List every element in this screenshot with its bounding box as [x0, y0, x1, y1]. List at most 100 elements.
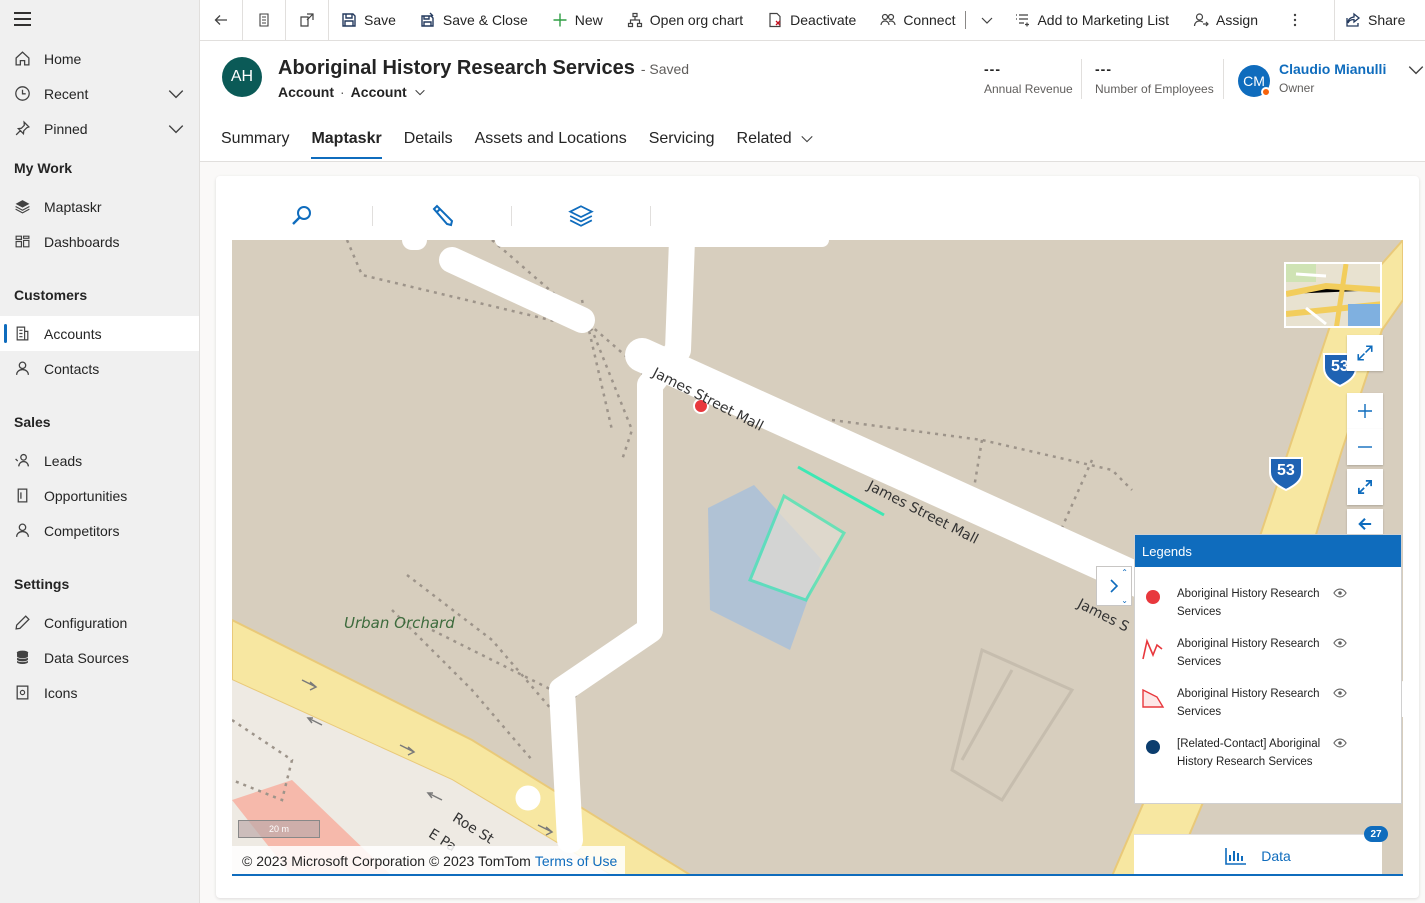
search-icon: [292, 206, 311, 225]
chevron-down-icon[interactable]: [167, 85, 185, 106]
search-tool-button[interactable]: [232, 204, 372, 228]
save-status: - Saved: [640, 61, 690, 77]
new-button[interactable]: New: [540, 0, 615, 40]
more-commands-button[interactable]: [1274, 0, 1316, 40]
data-panel-button[interactable]: Data: [1134, 834, 1382, 876]
layers-icon: [0, 198, 44, 215]
tab-maptaskr[interactable]: Maptaskr: [311, 123, 382, 159]
tab-details[interactable]: Details: [404, 123, 453, 155]
save-close-label: Save & Close: [442, 12, 528, 28]
draw-tool-button[interactable]: [372, 204, 512, 228]
eye-visibility-icon[interactable]: [1333, 737, 1347, 749]
fullscreen-button[interactable]: [1347, 335, 1383, 371]
person-icon: [0, 360, 44, 377]
share-button[interactable]: Share: [1335, 0, 1415, 40]
tab-summary[interactable]: Summary: [221, 123, 289, 155]
eye-visibility-icon[interactable]: [1333, 637, 1347, 649]
tab-related[interactable]: Related: [737, 123, 814, 155]
pencil-icon: [432, 204, 454, 227]
save-close-button[interactable]: Save & Close: [408, 0, 540, 40]
sidebar-item-configuration[interactable]: Configuration: [0, 605, 199, 640]
sidebar-item-leads[interactable]: Leads: [0, 443, 199, 478]
sidebar-item-contacts[interactable]: Contacts: [0, 351, 199, 386]
form-selector[interactable]: Account: [351, 84, 407, 100]
assign-button[interactable]: Assign: [1181, 0, 1270, 40]
employees-label: Number of Employees: [1095, 82, 1214, 96]
hamburger-menu-icon[interactable]: [14, 12, 32, 28]
home-icon: [0, 50, 44, 67]
connect-button[interactable]: Connect: [868, 0, 959, 40]
sidebar-item-label: Maptaskr: [44, 198, 102, 215]
sidebar-item-label: Data Sources: [44, 649, 129, 666]
back-button[interactable]: [200, 0, 242, 40]
back-extent-button[interactable]: [1347, 509, 1383, 535]
sidebar-item-dashboards[interactable]: Dashboards: [0, 224, 199, 259]
save-button[interactable]: Save: [329, 0, 408, 40]
legend-item[interactable]: Aboriginal History Research Services: [1141, 585, 1396, 625]
tab-assets-and-locations[interactable]: Assets and Locations: [475, 123, 627, 155]
layers-tool-button[interactable]: [511, 204, 651, 228]
point-symbol-icon: [1146, 740, 1160, 754]
sidebar-item-home[interactable]: Home: [0, 41, 199, 76]
record-header: AH Aboriginal History Research Services -…: [200, 41, 1425, 162]
tab-servicing[interactable]: Servicing: [649, 123, 715, 155]
assign-label: Assign: [1215, 12, 1259, 28]
point-symbol-icon: [1146, 590, 1160, 604]
group-heading-customers: Customers: [14, 287, 88, 303]
sidebar-item-data-sources[interactable]: Data Sources: [0, 640, 199, 675]
form-view-button[interactable]: [243, 0, 285, 40]
zoom-to-extent-button[interactable]: [1347, 469, 1383, 505]
group-heading-sales: Sales: [14, 414, 51, 430]
tab-related-label: Related: [736, 130, 792, 147]
scroll-down-arrow-icon[interactable]: ⌄: [1121, 596, 1128, 605]
layers-icon: [568, 205, 594, 227]
deactivate-button[interactable]: Deactivate: [755, 0, 868, 40]
sidebar-item-opportunities[interactable]: Opportunities: [0, 478, 199, 513]
open-window-icon: [300, 13, 314, 27]
chevron-down-icon[interactable]: [413, 85, 427, 99]
zoom-out-button[interactable]: [1347, 429, 1383, 465]
highway-shield-label: 53: [1277, 462, 1295, 479]
chevron-down-icon[interactable]: [167, 120, 185, 141]
header-expand-chevron-icon[interactable]: [1407, 61, 1425, 84]
bar-chart-icon: [1225, 847, 1247, 865]
scale-bar: 20 m: [238, 820, 320, 838]
open-in-new-window-button[interactable]: [286, 0, 328, 40]
sidebar-item-icons[interactable]: Icons: [0, 675, 199, 710]
zoom-in-button[interactable]: [1347, 393, 1383, 429]
scroll-up-arrow-icon[interactable]: ⌃: [1121, 568, 1128, 577]
legend-collapse-button[interactable]: ⌃ ⌄: [1096, 566, 1132, 606]
eye-visibility-icon[interactable]: [1333, 687, 1347, 699]
legend-item[interactable]: Aboriginal History Research Services: [1141, 685, 1396, 725]
sidebar-item-recent[interactable]: Recent: [0, 76, 199, 111]
divider: [650, 206, 651, 226]
terms-of-use-link[interactable]: Terms of Use: [535, 853, 617, 869]
minus-icon: [1358, 446, 1372, 448]
map-canvas[interactable]: James Street Mall James Street Mall Jame…: [232, 240, 1403, 876]
sidebar-item-label: Dashboards: [44, 233, 120, 250]
sidebar-item-accounts[interactable]: Accounts: [0, 316, 199, 351]
entity-name: Account: [278, 84, 334, 100]
eye-visibility-icon[interactable]: [1333, 587, 1347, 599]
connect-dropdown-button[interactable]: [972, 0, 1002, 40]
overview-minimap[interactable]: [1284, 262, 1382, 328]
chevron-down-icon: [801, 135, 813, 143]
add-to-marketing-list-button[interactable]: Add to Marketing List: [1002, 0, 1181, 40]
document-icon: [0, 487, 44, 504]
sidebar-item-label: Contacts: [44, 360, 100, 377]
legend-item[interactable]: [Related-Contact] Aboriginal History Res…: [1141, 735, 1396, 793]
sidebar-item-pinned[interactable]: Pinned: [0, 111, 199, 146]
sidebar-item-competitors[interactable]: Competitors: [0, 513, 199, 548]
copyright-text: © 2023 Microsoft Corporation © 2023 TomT…: [242, 853, 531, 869]
place-label: Urban Orchard: [344, 614, 455, 632]
open-org-chart-button[interactable]: Open org chart: [615, 0, 755, 40]
add-list-icon: [1016, 14, 1030, 27]
more-vertical-icon: [1293, 13, 1297, 27]
connect-people-icon: [880, 13, 896, 26]
legend-panel: Legends Aboriginal History Research Serv…: [1134, 534, 1402, 804]
legend-item[interactable]: Aboriginal History Research Services: [1141, 635, 1396, 675]
sidebar-item-maptaskr[interactable]: Maptaskr: [0, 189, 199, 224]
owner-name-link[interactable]: Claudio Mianulli: [1279, 61, 1386, 77]
share-icon: [1346, 12, 1361, 27]
new-label: New: [574, 12, 603, 28]
